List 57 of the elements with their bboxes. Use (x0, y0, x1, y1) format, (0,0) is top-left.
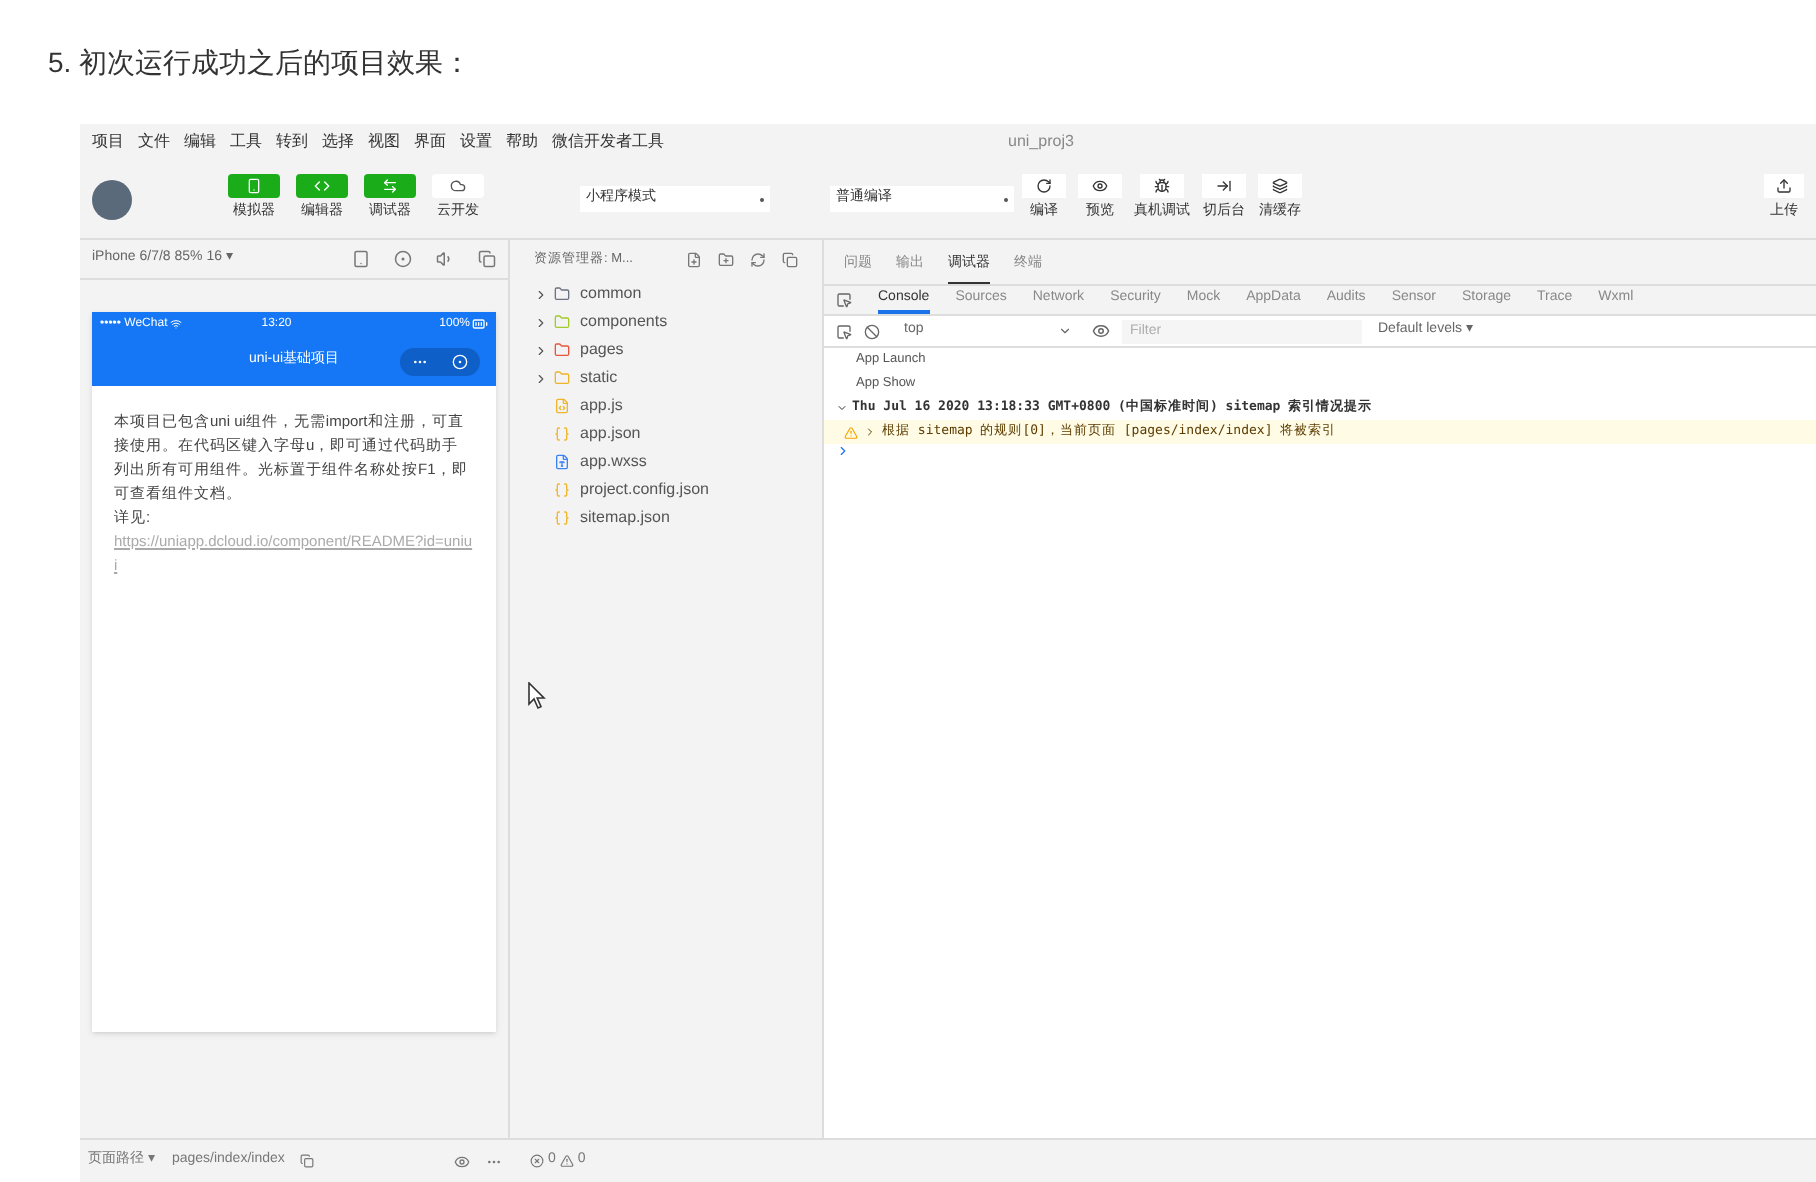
arrows-icon (382, 178, 398, 195)
tree-item[interactable]: common (580, 282, 642, 306)
menu-item[interactable]: 视图 (368, 130, 400, 154)
battery-icon (472, 316, 488, 332)
bug-icon (1154, 178, 1170, 195)
tree-item[interactable]: static (580, 366, 618, 390)
menu-item[interactable]: 选择 (322, 130, 354, 154)
tree-item[interactable]: project.config.json (580, 478, 709, 502)
menu-item[interactable]: 编辑 (184, 130, 216, 154)
capsule-menu-button[interactable] (400, 347, 480, 375)
eye-icon[interactable] (454, 1153, 470, 1169)
window-icon[interactable] (478, 250, 496, 268)
tree-item[interactable]: components (580, 310, 668, 334)
layers-icon (1272, 178, 1288, 195)
record-icon[interactable] (394, 250, 412, 268)
sidebar-toggle-icon[interactable] (836, 323, 852, 339)
menu-item[interactable]: 转到 (276, 130, 308, 154)
arrow-icon (1216, 178, 1232, 195)
avatar[interactable] (92, 179, 132, 219)
clear-console-icon[interactable] (864, 323, 880, 339)
caret-icon (1058, 324, 1072, 338)
new-folder-icon[interactable] (718, 252, 734, 268)
eye-icon[interactable] (1092, 322, 1110, 340)
warning-icon (559, 1154, 574, 1168)
new-file-icon[interactable] (686, 252, 702, 268)
refresh-icon (1036, 178, 1052, 195)
code-icon (314, 178, 330, 195)
copy-icon[interactable] (300, 1154, 315, 1168)
inspect-icon[interactable] (836, 292, 852, 308)
menu-item[interactable]: 设置 (460, 130, 492, 154)
tree-item[interactable]: app.wxss (580, 450, 647, 474)
menu-item[interactable]: 文件 (138, 130, 170, 154)
eye-icon (1092, 178, 1108, 195)
tree-item[interactable]: app.json (580, 422, 641, 446)
tree-item[interactable]: sitemap.json (580, 506, 670, 530)
menu-item[interactable]: 微信开发者工具 (552, 130, 664, 154)
speaker-icon[interactable] (436, 250, 454, 268)
expand-icon[interactable] (836, 402, 848, 414)
phone-icon (246, 178, 262, 195)
menu-item[interactable]: 帮助 (506, 130, 538, 154)
menu-item[interactable]: 项目 (92, 130, 124, 154)
prompt-icon[interactable] (836, 444, 850, 458)
warning-icon (844, 425, 858, 439)
cloud-icon (450, 178, 466, 195)
menu-item[interactable]: 工具 (230, 130, 262, 154)
expand-icon[interactable] (864, 426, 876, 438)
window-title: uni_proj3 (1008, 130, 1074, 154)
wifi-icon (169, 318, 182, 330)
mouse-cursor-icon (528, 682, 546, 710)
upload-icon (1776, 178, 1792, 195)
device-icon[interactable] (352, 250, 370, 268)
tree-item[interactable]: app.js (580, 394, 623, 418)
error-icon (530, 1154, 544, 1168)
tree-item[interactable]: pages (580, 338, 624, 362)
menu-item[interactable]: 界面 (414, 130, 446, 154)
section-heading: 5. 初次运行成功之后的项目效果： (48, 43, 472, 81)
refresh-icon[interactable] (750, 252, 766, 268)
